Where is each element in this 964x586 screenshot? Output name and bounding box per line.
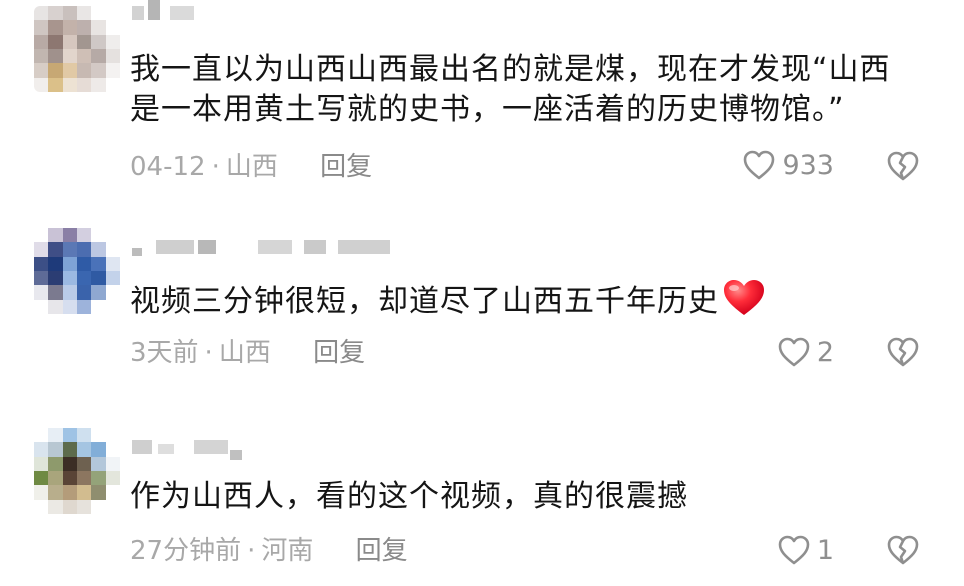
comment-meta: 04-12 · 山西 回复	[130, 152, 372, 182]
comment-text: 视频三分钟很短，却道尽了山西五千年历史	[130, 277, 944, 328]
like-count: 2	[816, 336, 834, 368]
comment-meta: 27分钟前 · 河南 回复	[130, 536, 408, 566]
dislike-broken-heart-icon	[887, 151, 919, 181]
comment-location: 河南	[261, 536, 314, 566]
separator: ·	[211, 152, 220, 182]
like-button[interactable]: 2	[777, 336, 834, 368]
comment-text-line: 我一直以为山西山西最出名的就是煤，现在才发现“山西	[130, 52, 891, 87]
comment-text-line: 视频三分钟很短，却道尽了山西五千年历史	[130, 284, 719, 319]
reply-button[interactable]: 回复	[356, 536, 408, 566]
like-button[interactable]: 933	[742, 149, 834, 181]
avatar[interactable]	[34, 6, 120, 92]
red-heart-emoji	[721, 277, 767, 328]
like-count: 933	[782, 149, 834, 181]
like-button[interactable]: 1	[777, 534, 834, 566]
like-heart-icon	[778, 535, 810, 565]
comment-time: 27分钟前	[130, 536, 242, 566]
dislike-button[interactable]	[886, 534, 920, 570]
comment-text-line: 作为山西人，看的这个视频，真的很震撼	[130, 479, 688, 514]
separator: ·	[204, 338, 213, 368]
comment-text: 作为山西人，看的这个视频，真的很震撼	[130, 477, 944, 517]
dislike-broken-heart-icon	[887, 535, 919, 565]
comment-time: 04-12	[130, 152, 206, 182]
reply-button[interactable]: 回复	[320, 152, 372, 182]
comment-text-line: 是一本用黄土写就的史书，一座活着的历史博物馆。”	[130, 92, 845, 127]
comment-location: 山西	[225, 152, 278, 182]
reply-button[interactable]: 回复	[313, 338, 365, 368]
dislike-button[interactable]	[886, 336, 920, 372]
avatar[interactable]	[34, 428, 120, 514]
separator: ·	[247, 536, 256, 566]
comment-location: 山西	[218, 338, 271, 368]
comment-text: 我一直以为山西山西最出名的就是煤，现在才发现“山西 是一本用黄土写就的史书，一座…	[130, 50, 944, 130]
dislike-button[interactable]	[886, 150, 920, 186]
avatar[interactable]	[34, 228, 120, 314]
comment-meta: 3天前 · 山西 回复	[130, 338, 365, 368]
dislike-broken-heart-icon	[887, 337, 919, 367]
like-count: 1	[816, 534, 834, 566]
like-heart-icon	[744, 150, 775, 180]
comment-time: 3天前	[130, 338, 199, 368]
like-heart-icon	[778, 337, 810, 367]
